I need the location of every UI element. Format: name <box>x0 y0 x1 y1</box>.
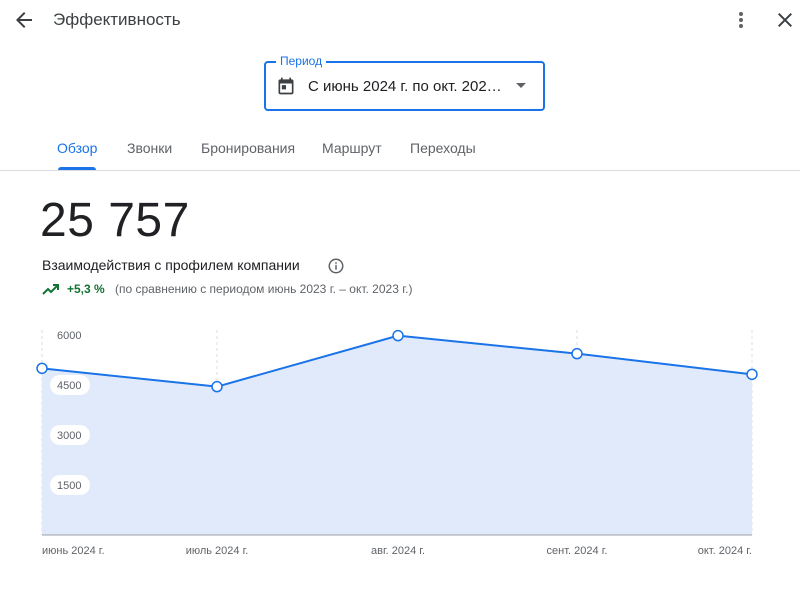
close-button[interactable] <box>773 8 797 32</box>
period-label: Период <box>276 54 327 68</box>
trending-up-icon <box>42 284 59 295</box>
x-tick-label: июнь 2024 г. <box>42 545 105 557</box>
y-tick-label: 1500 <box>57 480 81 492</box>
info-icon[interactable] <box>327 257 345 275</box>
tab-overview[interactable]: Обзор <box>57 140 97 156</box>
x-tick-label: авг. 2024 г. <box>371 545 425 557</box>
top-bar: Эффективность <box>0 0 800 40</box>
data-point[interactable] <box>392 329 404 342</box>
tab-calls[interactable]: Звонки <box>127 140 172 156</box>
arrow-drop-down-icon <box>516 83 526 88</box>
tab-clicks[interactable]: Переходы <box>410 140 476 156</box>
y-tick-label: 3000 <box>57 430 81 442</box>
change-percent: +5,3 % <box>67 282 105 296</box>
arrow-back-icon <box>16 12 32 28</box>
tab-route[interactable]: Маршрут <box>322 140 382 156</box>
data-point[interactable] <box>36 362 48 375</box>
period-selector[interactable]: Период С июнь 2024 г. по окт. 202… <box>264 54 545 111</box>
back-button[interactable] <box>12 8 36 32</box>
page-title: Эффективность <box>53 10 181 29</box>
x-tick-label: окт. 2024 г. <box>698 545 752 557</box>
x-tick-label: сент. 2024 г. <box>547 545 608 557</box>
data-point[interactable] <box>211 380 223 393</box>
data-point[interactable] <box>746 368 758 381</box>
y-tick-label: 4500 <box>57 380 81 392</box>
more-options-button[interactable] <box>731 8 751 32</box>
interactions-chart: 1500 3000 4500 6000 июнь 2024 г. июль 2024 г.… <box>36 329 758 557</box>
more-vert-icon <box>739 12 743 28</box>
data-point[interactable] <box>571 347 583 360</box>
tab-bar: Обзор Звонки Бронирования Маршрут Перехо… <box>0 130 800 171</box>
tab-bookings[interactable]: Бронирования <box>201 140 295 156</box>
y-tick-label: 6000 <box>57 330 81 342</box>
comparison-text: (по сравнению с периодом июнь 2023 г. – … <box>115 282 413 296</box>
calendar-icon <box>278 77 294 95</box>
close-icon <box>778 13 792 27</box>
active-tab-indicator <box>58 167 96 170</box>
metric-total: 25 757 <box>40 194 190 247</box>
metric-label: Взаимодействия с профилем компании <box>42 257 300 273</box>
x-tick-label: июль 2024 г. <box>186 545 249 557</box>
chart-area <box>42 335 752 535</box>
period-value: С июнь 2024 г. по окт. 202… <box>308 78 502 95</box>
